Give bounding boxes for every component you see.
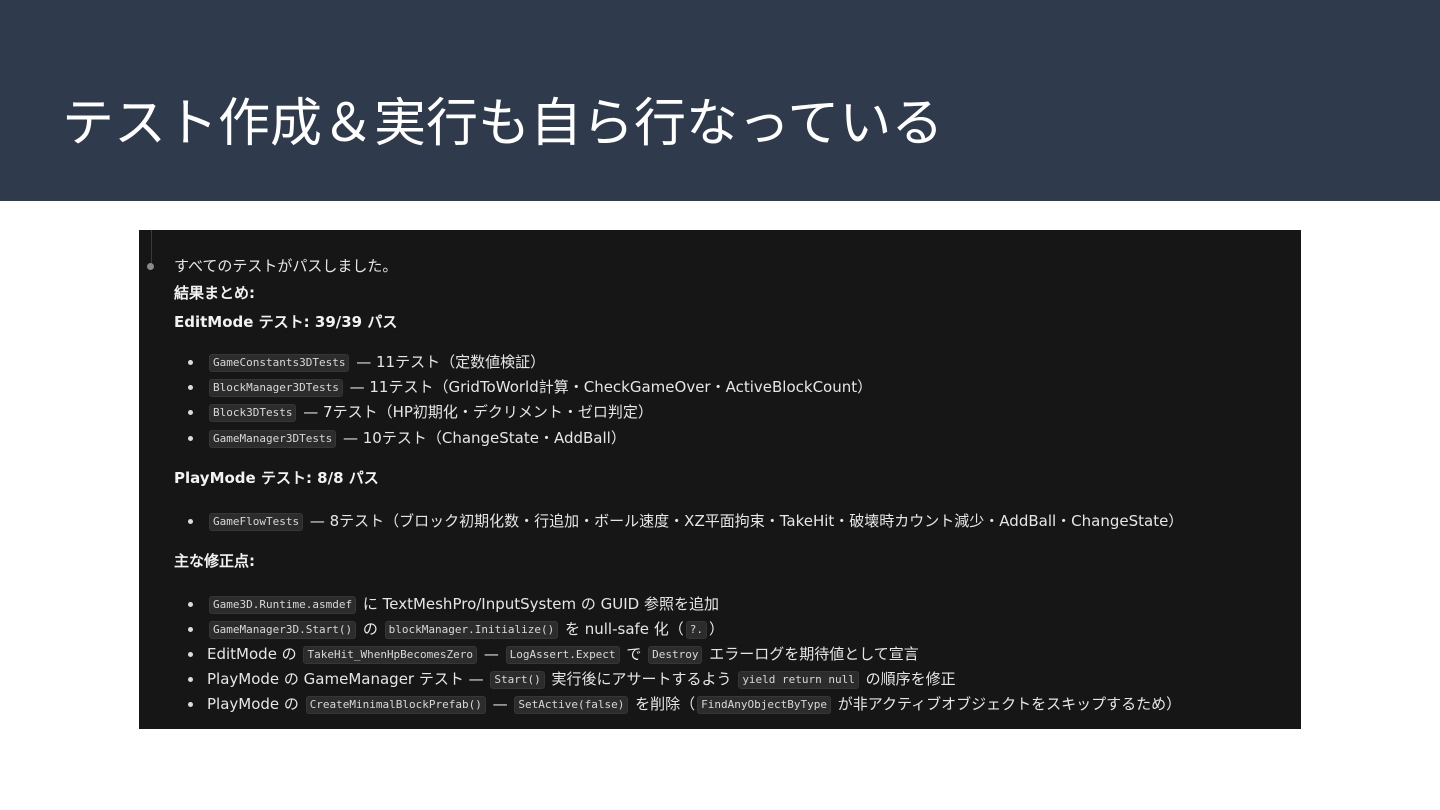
item-text: エラーログを期待値として宣言: [704, 645, 919, 663]
code-span: blockManager.Initialize(): [384, 621, 559, 639]
bullet-icon: [188, 385, 193, 390]
list-item: BlockManager3DTests — 11テスト（GridToWorld計…: [207, 376, 872, 398]
fixes-heading: 主な修正点:: [174, 552, 255, 570]
item-text: の: [358, 620, 383, 638]
code-span: yield return null: [738, 671, 859, 689]
list-item: GameConstants3DTests — 11テスト（定数値検証）: [207, 351, 545, 373]
code-span: FindAnyObjectByType: [697, 696, 832, 714]
code-span: Destroy: [648, 646, 703, 664]
item-text: に TextMeshPro/InputSystem の GUID 参照を追加: [358, 595, 719, 613]
playmode-heading: PlayMode テスト: 8/8 パス: [174, 469, 379, 487]
status-message: すべてのテストがパスしました。: [174, 257, 398, 275]
list-item: GameManager3DTests — 10テスト（ChangeState・A…: [207, 427, 626, 449]
bullet-icon: [188, 436, 193, 441]
code-span: BlockManager3DTests: [209, 379, 343, 397]
bullet-icon: [188, 410, 193, 415]
bullet-icon: [188, 652, 193, 657]
list-item: GameManager3D.Start() の blockManager.Ini…: [207, 618, 724, 640]
item-text: — 11テスト（定数値検証）: [351, 353, 546, 371]
code-span: Game3D.Runtime.asmdef: [209, 596, 357, 614]
item-text: 実行後にアサートするよう: [546, 670, 737, 688]
code-span: CreateMinimalBlockPrefab(): [305, 696, 486, 714]
bullet-icon: [188, 602, 193, 607]
list-item: EditMode の TakeHit_WhenHpBecomesZero — L…: [207, 643, 919, 665]
code-span: GameManager3DTests: [209, 430, 337, 448]
summary-heading: 結果まとめ:: [174, 284, 255, 302]
item-text: — 11テスト（GridToWorld計算・CheckGameOver・Acti…: [344, 378, 873, 396]
item-text: —: [487, 695, 513, 713]
code-span: SetActive(false): [514, 696, 629, 714]
item-text: — 10テスト（ChangeState・AddBall）: [338, 429, 626, 447]
slide: テスト作成＆実行も自ら行なっている すべてのテストがパスしました。 結果まとめ:…: [0, 0, 1440, 810]
list-item: PlayMode の GameManager テスト — Start() 実行後…: [207, 668, 956, 690]
item-text: ）: [709, 620, 725, 638]
item-text: — 7テスト（HP初期化・デクリメント・ゼロ判定）: [298, 403, 653, 421]
status-dot-icon: [147, 263, 154, 270]
code-span: GameFlowTests: [209, 513, 304, 531]
code-span: Block3DTests: [209, 404, 297, 422]
list-item: Block3DTests — 7テスト（HP初期化・デクリメント・ゼロ判定）: [207, 401, 653, 423]
slide-title: テスト作成＆実行も自ら行なっている: [62, 94, 944, 154]
item-text: が非アクティブオブジェクトをスキップするため）: [833, 695, 1182, 713]
list-item: GameFlowTests — 8テスト（ブロック初期化数・行追加・ボール速度・…: [207, 510, 1183, 532]
item-text: の順序を修正: [860, 670, 956, 688]
list-item: PlayMode の CreateMinimalBlockPrefab() — …: [207, 693, 1181, 715]
code-span: TakeHit_WhenHpBecomesZero: [303, 646, 478, 664]
item-text: — 8テスト（ブロック初期化数・行追加・ボール速度・XZ平面拘束・TakeHit…: [305, 512, 1184, 530]
code-span: LogAssert.Expect: [505, 646, 620, 664]
bullet-icon: [188, 702, 193, 707]
bullet-icon: [188, 360, 193, 365]
editmode-heading: EditMode テスト: 39/39 パス: [174, 313, 398, 331]
item-text: で: [621, 645, 647, 663]
bullet-icon: [188, 627, 193, 632]
list-item: Game3D.Runtime.asmdef に TextMeshPro/Inpu…: [207, 593, 719, 615]
item-text: を削除（: [630, 695, 696, 713]
item-text: PlayMode の: [207, 695, 304, 713]
code-span: GameManager3D.Start(): [209, 621, 357, 639]
bullet-icon: [188, 519, 193, 524]
code-span: ?.: [685, 621, 708, 639]
slide-header: テスト作成＆実行も自ら行なっている: [0, 0, 1440, 201]
item-text: を null-safe 化（: [560, 620, 684, 638]
item-text: PlayMode の GameManager テスト —: [207, 670, 489, 688]
terminal-output-screenshot: すべてのテストがパスしました。 結果まとめ: EditMode テスト: 39/…: [139, 230, 1301, 729]
left-divider: [151, 230, 152, 264]
item-text: EditMode の: [207, 645, 302, 663]
item-text: —: [479, 645, 504, 663]
code-span: GameConstants3DTests: [209, 354, 350, 372]
code-span: Start(): [490, 671, 545, 689]
bullet-icon: [188, 677, 193, 682]
